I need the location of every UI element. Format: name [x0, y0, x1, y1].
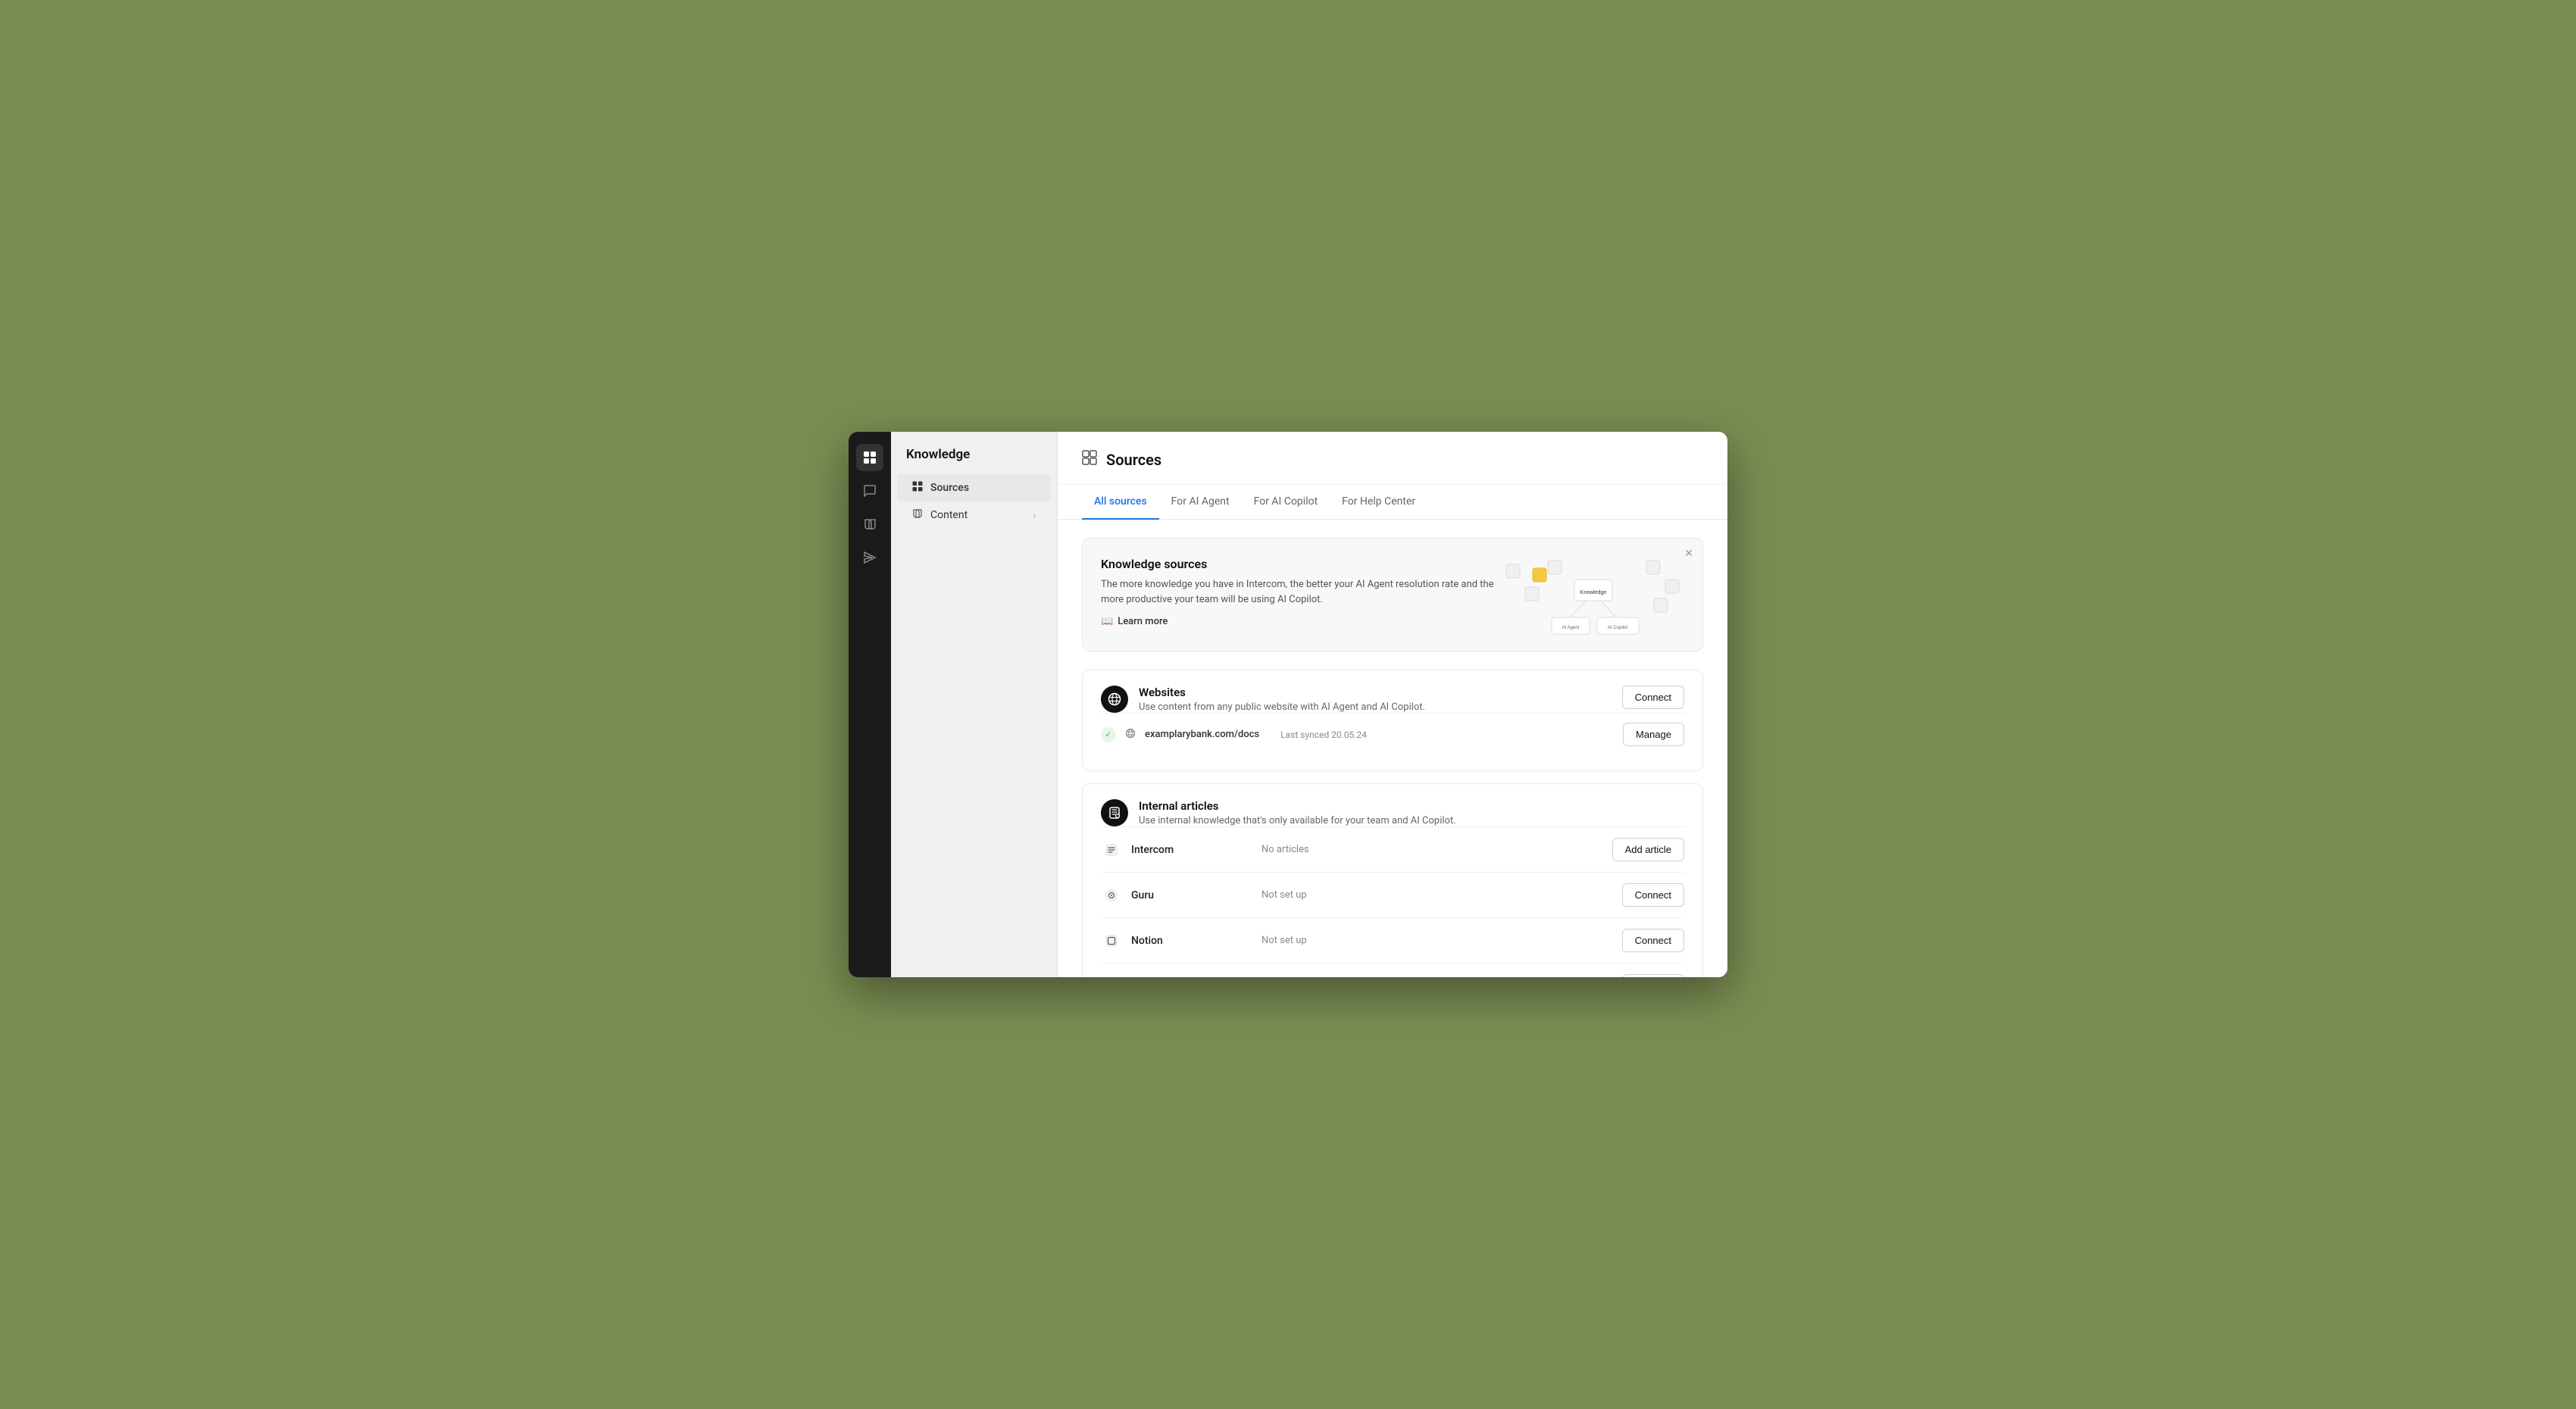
intercom-add-button[interactable]: Add article: [1612, 838, 1684, 861]
banner-illustration: Knowledge AI Agent AI Copilot: [1502, 557, 1684, 633]
internal-articles-info: Internal articles Use internal knowledge…: [1139, 799, 1456, 826]
sidebar-item-content-left: Content: [912, 508, 968, 522]
banner-title: Knowledge sources: [1101, 557, 1502, 571]
guru-row: Guru Not set up Connect: [1101, 872, 1684, 917]
guru-icon: [1101, 885, 1122, 906]
tabs-bar: All sources For AI Agent For AI Copilot …: [1058, 485, 1727, 520]
learn-more-link[interactable]: 📖 Learn more: [1101, 616, 1502, 627]
main-header: Sources: [1058, 432, 1727, 485]
website-sync-label: Last synced 20.05.24: [1280, 729, 1367, 740]
tab-help-center[interactable]: For Help Center: [1330, 485, 1427, 520]
learn-more-label: Learn more: [1118, 616, 1168, 627]
sidebar: Knowledge Sources: [891, 432, 1058, 977]
notion-status: Not set up: [1261, 935, 1307, 946]
icon-rail: [849, 432, 891, 977]
intercom-row: Intercom No articles Add article: [1101, 826, 1684, 872]
tab-all-sources[interactable]: All sources: [1082, 485, 1159, 520]
website-url: examplarybank.com/docs: [1145, 729, 1259, 740]
main-content: Sources All sources For AI Agent For AI …: [1058, 432, 1727, 977]
websites-info: Websites Use content from any public web…: [1139, 686, 1425, 713]
internal-articles-icon: [1101, 799, 1128, 826]
notion-icon: [1101, 930, 1122, 951]
svg-text:Knowledge: Knowledge: [1580, 590, 1607, 595]
guru-connect-button[interactable]: Connect: [1622, 883, 1684, 907]
check-icon: ✓: [1101, 727, 1116, 742]
rail-icon-chat[interactable]: [856, 477, 883, 505]
sidebar-title: Knowledge: [891, 447, 1057, 474]
banner-card: Knowledge sources The more knowledge you…: [1082, 538, 1703, 651]
tab-ai-copilot[interactable]: For AI Copilot: [1242, 485, 1330, 520]
header-icon: [1082, 450, 1097, 469]
globe-icon: [1125, 728, 1136, 742]
tab-ai-agent[interactable]: For AI Agent: [1159, 485, 1242, 520]
sidebar-item-sources[interactable]: Sources: [897, 474, 1051, 501]
sources-label: Sources: [930, 482, 969, 494]
intercom-icon: [1101, 839, 1122, 861]
rail-icon-book[interactable]: [856, 511, 883, 538]
notion-name: Notion: [1131, 935, 1207, 947]
confluence-row: Confluence Not set up Connect: [1101, 963, 1684, 977]
intercom-status: No articles: [1261, 844, 1309, 855]
notion-connect-button[interactable]: Connect: [1622, 929, 1684, 952]
banner-close-button[interactable]: ✕: [1684, 548, 1693, 560]
banner-text: Knowledge sources The more knowledge you…: [1101, 557, 1502, 627]
website-manage-button[interactable]: Manage: [1623, 723, 1684, 746]
internal-articles-section: Internal articles Use internal knowledge…: [1082, 783, 1703, 977]
content-label: Content: [930, 509, 968, 521]
websites-title: Websites: [1139, 686, 1425, 699]
svg-text:AI Copilot: AI Copilot: [1608, 626, 1627, 630]
content-area: Knowledge sources The more knowledge you…: [1058, 520, 1727, 977]
sidebar-item-content[interactable]: Content ›: [897, 501, 1051, 529]
website-row: ✓ examplarybank.com/docs Last synced 20.…: [1101, 713, 1684, 755]
learn-more-icon: 📖: [1101, 616, 1113, 627]
svg-text:AI Agent: AI Agent: [1562, 626, 1580, 630]
confluence-icon: [1101, 976, 1122, 978]
banner-description: The more knowledge you have in Intercom,…: [1101, 577, 1502, 607]
websites-desc: Use content from any public website with…: [1139, 701, 1425, 713]
content-icon: [912, 508, 923, 522]
internal-articles-title: Internal articles: [1139, 799, 1456, 813]
rail-icon-grid[interactable]: [856, 444, 883, 471]
guru-status: Not set up: [1261, 889, 1307, 901]
rail-icon-send[interactable]: [856, 544, 883, 571]
sidebar-item-sources-left: Sources: [912, 481, 969, 495]
page-title: Sources: [1106, 451, 1161, 469]
notion-row: Notion Not set up Connect: [1101, 917, 1684, 963]
websites-section: Websites Use content from any public web…: [1082, 670, 1703, 771]
websites-connect-button[interactable]: Connect: [1622, 686, 1684, 709]
websites-icon: [1101, 686, 1128, 713]
intercom-name: Intercom: [1131, 844, 1207, 856]
sources-icon: [912, 481, 923, 495]
internal-articles-desc: Use internal knowledge that's only avail…: [1139, 815, 1456, 826]
guru-name: Guru: [1131, 889, 1207, 901]
confluence-connect-button[interactable]: Connect: [1622, 974, 1684, 977]
content-chevron: ›: [1033, 511, 1036, 520]
